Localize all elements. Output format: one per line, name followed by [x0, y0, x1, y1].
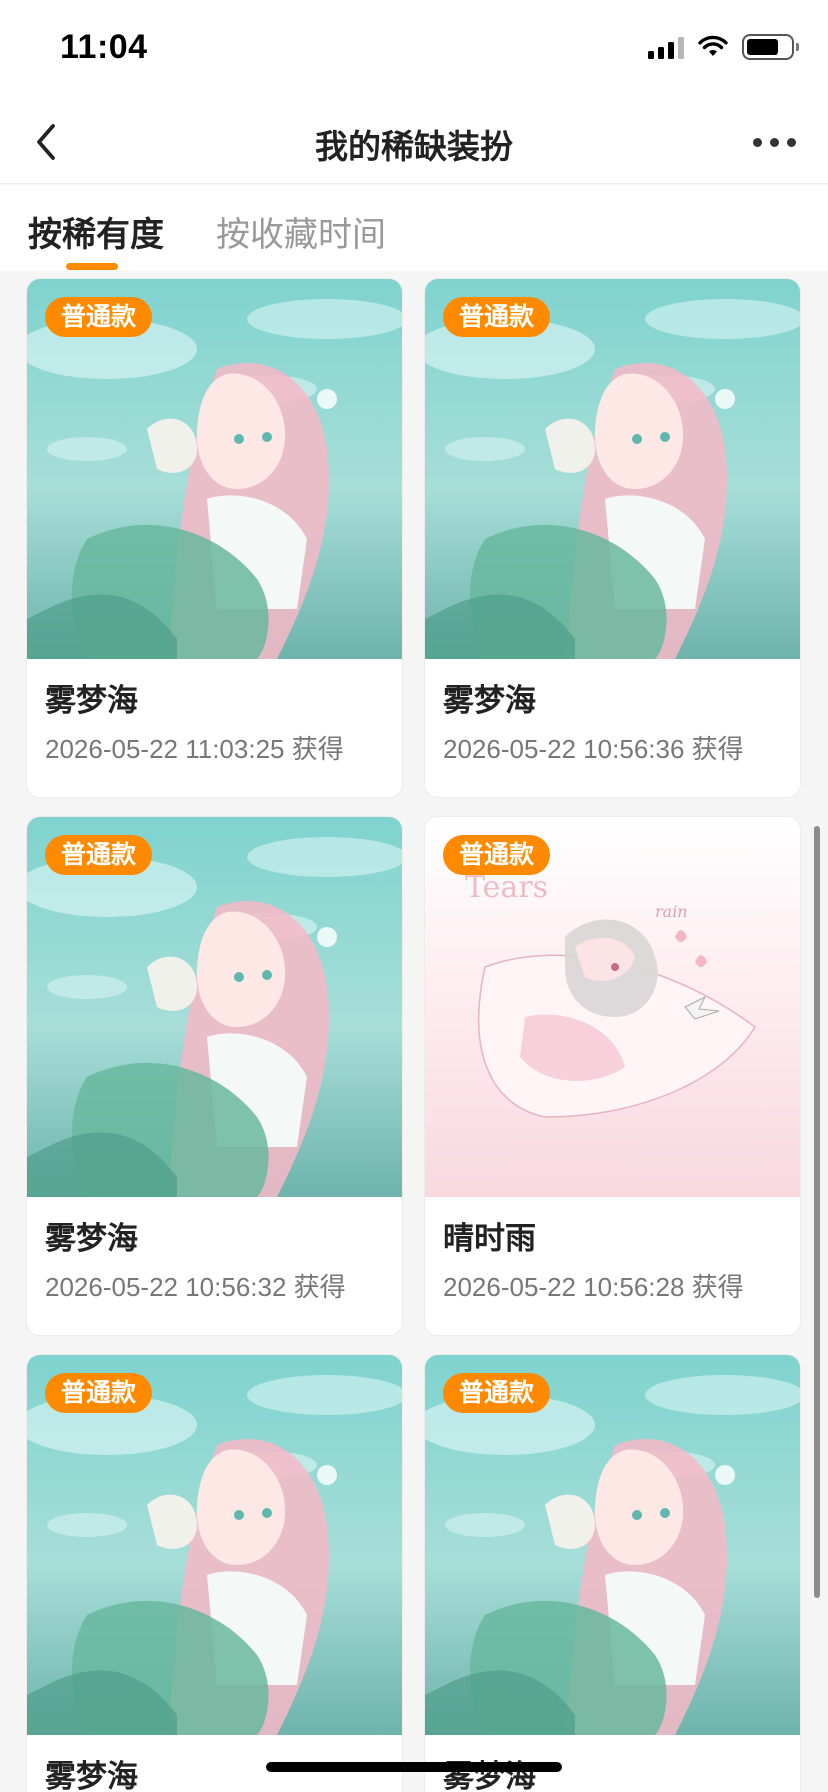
more-button[interactable] — [744, 120, 804, 164]
costume-name: 晴时雨 — [443, 1221, 536, 1256]
more-dot — [769, 137, 779, 147]
costume-card[interactable]: Tears rain 普通款 晴时雨 2026-05-22 10:56:28 获… — [424, 816, 801, 1336]
cellular-signal-icon — [648, 35, 684, 59]
status-icons — [648, 34, 799, 60]
card-image: 普通款 — [425, 279, 800, 659]
sort-tabs: 按稀有度 按收藏时间 — [0, 185, 828, 271]
obtained-time: 2026-05-22 10:56:28 获得 — [443, 1272, 744, 1302]
tab-collect-time[interactable]: 按收藏时间 — [216, 207, 386, 256]
card-image: 普通款 — [27, 817, 402, 1197]
rarity-badge: 普通款 — [443, 835, 551, 875]
svg-text:Tears: Tears — [465, 870, 548, 905]
scrollbar[interactable] — [814, 826, 820, 1598]
card-image: Tears rain 普通款 — [425, 817, 800, 1197]
tab-rarity[interactable]: 按稀有度 — [28, 207, 164, 256]
costume-name: 雾梦海 — [45, 1759, 138, 1792]
card-image: 普通款 — [27, 279, 402, 659]
costume-name: 雾梦海 — [443, 683, 536, 718]
page-title: 我的稀缺装扮 — [315, 128, 513, 165]
nav-bar: 我的稀缺装扮 — [0, 100, 828, 184]
wifi-icon — [698, 35, 728, 56]
rarity-badge: 普通款 — [45, 835, 153, 875]
home-indicator[interactable] — [266, 1762, 562, 1772]
more-dots-icon — [752, 137, 762, 147]
rarity-badge: 普通款 — [45, 297, 153, 337]
svg-text:rain: rain — [655, 902, 688, 921]
costume-card[interactable]: 普通款 雾梦海 2026-05-22 10:56:32 获得 — [26, 816, 403, 1336]
rarity-badge: 普通款 — [443, 297, 551, 337]
obtained-time: 2026-05-22 10:56:32 获得 — [45, 1272, 346, 1302]
more-dot — [786, 137, 796, 147]
rarity-badge: 普通款 — [45, 1373, 153, 1413]
status-bar: 11:04 — [0, 0, 828, 100]
status-time: 11:04 — [60, 28, 148, 66]
costume-card[interactable]: 普通款 雾梦海 — [26, 1354, 403, 1792]
obtained-time: 2026-05-22 10:56:36 获得 — [443, 734, 744, 764]
card-image: 普通款 — [425, 1355, 800, 1735]
costume-card[interactable]: 普通款 雾梦海 — [424, 1354, 801, 1792]
costume-grid: 普通款 雾梦海 2026-05-22 11:03:25 获得 普通款 雾梦海 2… — [26, 278, 802, 1792]
tab-active-indicator — [66, 263, 118, 270]
costume-name: 雾梦海 — [45, 683, 138, 718]
costume-card[interactable]: 普通款 雾梦海 2026-05-22 11:03:25 获得 — [26, 278, 403, 798]
card-image: 普通款 — [27, 1355, 402, 1735]
costume-card[interactable]: 普通款 雾梦海 2026-05-22 10:56:36 获得 — [424, 278, 801, 798]
battery-icon — [742, 34, 799, 60]
obtained-time: 2026-05-22 11:03:25 获得 — [45, 734, 344, 764]
costume-name: 雾梦海 — [45, 1221, 138, 1256]
rarity-badge: 普通款 — [443, 1373, 551, 1413]
